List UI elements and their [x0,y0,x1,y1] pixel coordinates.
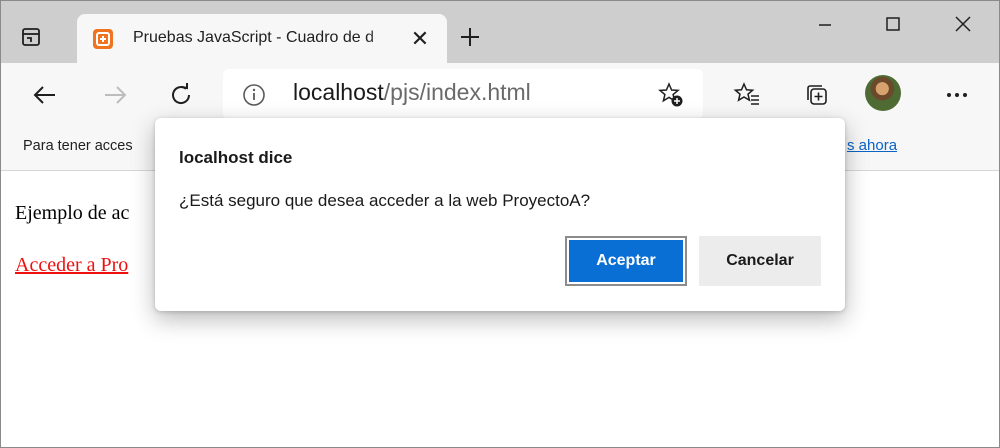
url-text[interactable]: localhost/pjs/index.html [293,79,531,106]
tab-strip: Pruebas JavaScript - Cuadro de d ✕ [1,1,999,64]
dialog-title: localhost dice [179,148,293,167]
minimize-icon[interactable] [805,9,845,39]
refresh-icon[interactable] [165,79,197,111]
confirm-dialog: localhost dice ¿Está seguro que desea ac… [155,118,845,311]
accept-button[interactable]: Aceptar [565,236,687,286]
favorites-bar-text: Para tener acces [23,138,133,154]
cancel-button[interactable]: Cancelar [699,236,821,286]
favorites-icon[interactable] [731,79,763,111]
app-favicon-icon [93,29,113,49]
more-icon[interactable] [941,79,973,111]
page-paragraph: Ejemplo de ac [15,202,130,224]
active-tab[interactable]: Pruebas JavaScript - Cuadro de d ✕ [77,14,447,64]
favorites-bar-link[interactable]: s ahora [847,137,897,154]
url-path: /pjs/index.html [383,79,531,105]
forward-arrow-icon[interactable] [99,79,131,111]
window-close-icon[interactable] [943,9,983,39]
collections-icon[interactable] [801,79,833,111]
info-icon[interactable] [241,82,267,108]
url-host: localhost [293,79,384,105]
maximize-icon[interactable] [873,9,913,39]
tab-actions-icon[interactable] [17,23,45,51]
profile-avatar[interactable] [865,75,901,111]
add-favorite-icon[interactable] [657,81,685,109]
project-link[interactable]: Acceder a Pro [15,254,128,277]
browser-window: Pruebas JavaScript - Cuadro de d ✕ local… [0,0,1000,448]
close-icon[interactable]: ✕ [409,26,431,51]
address-bar[interactable]: localhost/pjs/index.html [223,69,703,119]
accept-button-label: Aceptar [569,240,683,282]
back-arrow-icon[interactable] [29,79,61,111]
dialog-message: ¿Está seguro que desea acceder a la web … [179,191,591,210]
tab-title: Pruebas JavaScript - Cuadro de d [133,29,375,46]
plus-icon[interactable] [456,23,484,51]
